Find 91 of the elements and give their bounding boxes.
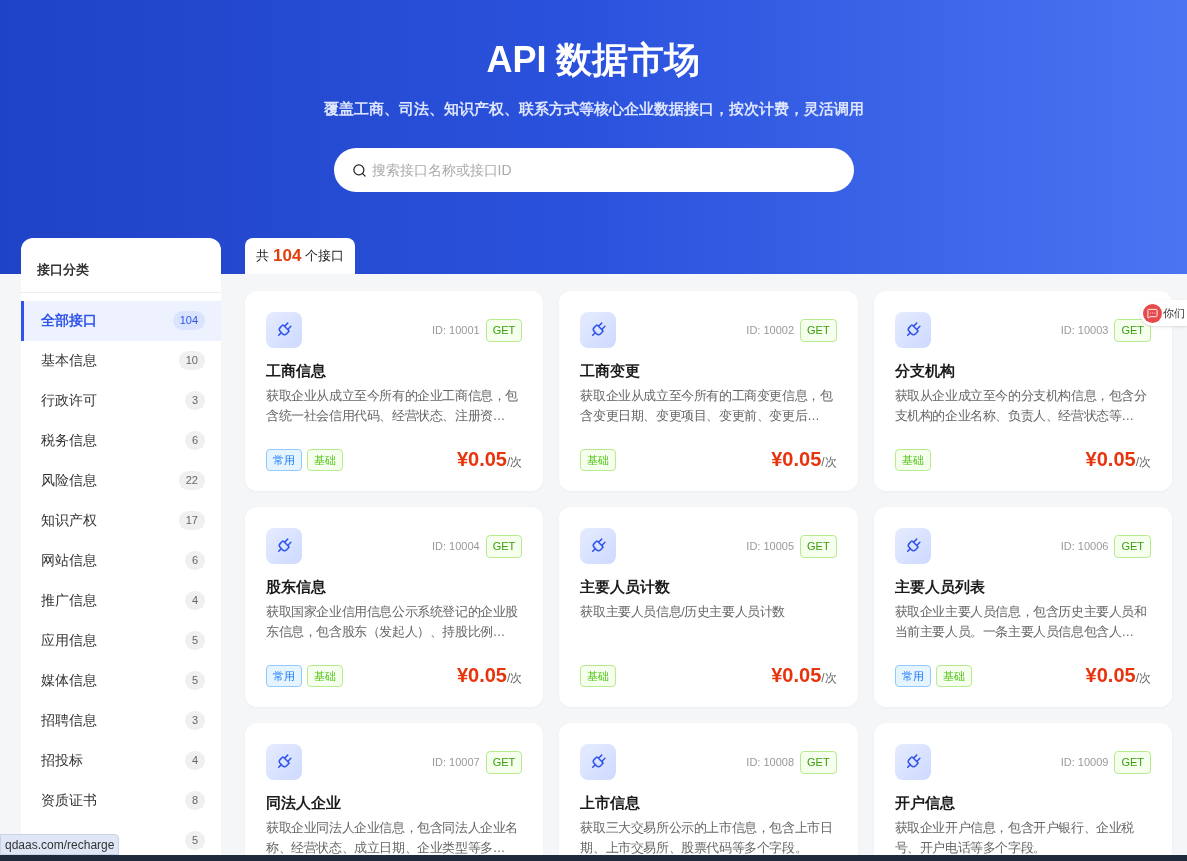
category-label: 风险信息 [41,471,97,490]
category-tag: 常用 [266,448,302,471]
api-description: 获取企业从成立至今所有的企业工商信息，包含统一社会信用代码、经营状态、注册资… [266,388,519,425]
page-subtitle: 覆盖工商、司法、知识产权、联系方式等核心企业数据接口，按次计费，灵活调用 [323,99,864,119]
price: ¥0.05 [771,449,822,469]
category-label: 招聘信息 [41,711,97,730]
count-badge: 4 [184,751,205,770]
status-url-tooltip: qdaas.com/recharge [0,834,120,855]
category-label: 税务信息 [41,431,97,450]
count-badge: 5 [184,831,205,850]
category-label: 推广信息 [41,591,97,610]
category-label: 资质证书 [41,791,97,810]
api-description: 获取企业主要人员信息，包含历史主要人员和当前主要人员。一条主要人员信息包含人… [894,604,1148,641]
api-id: ID: 10003 [1060,323,1109,338]
api-description: 获取三大交易所公示的上市信息，包含上市日期、上市交易所、股票代码等多个字段。 [580,820,834,855]
category-label: 应用信息 [41,631,97,650]
category-tag: 基础 [894,448,931,471]
api-name: 股东信息 [266,577,327,597]
api-name: 上市信息 [580,793,642,813]
count-suffix: 个接口 [305,247,345,266]
page-title: API 数据市场 [486,38,701,82]
count-badge: 8 [184,791,205,810]
method-tag: GET [800,319,837,342]
api-description: 获取企业从成立至今所有的工商变更信息，包含变更日期、变更项目、变更前、变更后… [580,388,834,425]
count-badge: 10 [178,351,205,370]
method-tag: GET [1114,751,1151,774]
price: ¥0.05 [456,665,507,685]
api-name: 分支机构 [894,361,956,381]
count-badge: 5 [184,631,205,650]
category-label: 招投标 [41,751,83,770]
sidebar-title: 接口分类 [21,238,221,293]
count-badge: 6 [184,431,205,450]
api-id: ID: 10001 [432,323,480,338]
count-badge: 104 [172,311,205,330]
count-prefix: 共 [256,247,269,266]
price-unit: /次 [821,671,837,687]
count-badge: 3 [184,391,205,410]
category-tag: 基础 [935,664,972,687]
api-name: 同法人企业 [266,793,342,813]
method-tag: GET [1114,535,1151,558]
count-badge: 6 [184,551,205,570]
method-tag: GET [800,535,837,558]
category-tag: 常用 [266,664,302,687]
method-tag: GET [800,751,837,774]
api-id: ID: 10004 [432,539,480,554]
price-unit: /次 [1135,455,1151,471]
api-name: 工商变更 [580,361,642,381]
category-label: 全部接口 [41,311,97,330]
api-description: 获取国家企业信用信息公示系统登记的企业股东信息，包含股东（发起人）、持股比例… [266,604,519,641]
category-label: 网站信息 [41,551,97,570]
api-id: ID: 10007 [432,755,480,770]
price: ¥0.05 [771,665,822,685]
category-tag: 基础 [580,664,617,687]
price-unit: /次 [1135,671,1151,687]
price: ¥0.05 [456,449,507,469]
method-tag: GET [485,319,523,342]
count-badge: 22 [178,471,205,490]
category-label: 媒体信息 [41,671,97,690]
price: ¥0.05 [1085,665,1136,685]
category-label: 行政许可 [41,391,97,410]
category-label: 基本信息 [41,351,97,370]
category-tag: 基础 [307,448,343,471]
category-tag: 基础 [580,448,617,471]
api-description: 获取主要人员信息/历史主要人员计数 [580,604,786,621]
api-id: ID: 10005 [746,539,795,554]
api-name: 开户信息 [894,793,956,813]
method-tag: GET [485,751,523,774]
method-tag: GET [1114,319,1151,342]
category-tag: 常用 [894,664,931,687]
category-tag: 基础 [307,664,343,687]
api-description: 获取从企业成立至今的分支机构信息，包含分支机构的企业名称、负责人、经营状态等… [894,388,1148,425]
price-unit: /次 [507,671,523,687]
price-unit: /次 [821,455,837,471]
count-badge: 5 [184,671,205,690]
method-tag: GET [485,535,523,558]
api-description: 获取企业开户信息，包含开户银行、企业税号、开户电话等多个字段。 [894,820,1136,855]
api-id: ID: 10009 [1060,755,1109,770]
api-description: 获取企业同法人企业信息，包含同法人企业名称、经营状态、成立日期、企业类型等多… [266,820,519,855]
price: ¥0.05 [1085,449,1136,469]
count-badge: 4 [184,591,205,610]
api-id: ID: 10002 [746,323,795,338]
api-name: 主要人员列表 [894,577,986,597]
api-id: ID: 10006 [1060,539,1109,554]
count-number: 104 [273,245,302,268]
price-unit: /次 [507,455,523,471]
api-name: 工商信息 [266,361,327,381]
count-badge: 17 [178,511,205,530]
api-id: ID: 10008 [746,755,795,770]
category-label: 知识产权 [41,511,97,530]
count-badge: 3 [184,711,205,730]
api-name: 主要人员计数 [580,577,672,597]
